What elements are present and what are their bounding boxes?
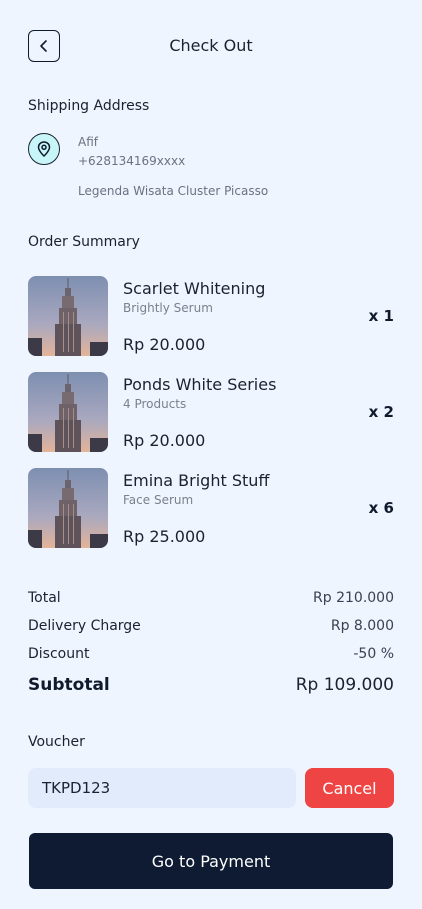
- cancel-voucher-button[interactable]: Cancel: [305, 768, 394, 808]
- total-value: Rp 210.000: [313, 590, 394, 606]
- subtotal-value: Rp 109.000: [295, 675, 394, 695]
- product-price: Rp 20.000: [123, 335, 206, 354]
- discount-label: Discount: [28, 646, 90, 662]
- product-subtitle: Brightly Serum: [123, 301, 213, 315]
- location-pin: [28, 133, 60, 165]
- product-price: Rp 20.000: [123, 431, 206, 450]
- product-price: Rp 25.000: [123, 527, 206, 546]
- subtotal-label: Subtotal: [28, 675, 110, 695]
- total-label: Total: [28, 590, 61, 606]
- page-title: Check Out: [169, 36, 253, 55]
- delivery-charge-value: Rp 8.000: [330, 618, 394, 634]
- product-name: Ponds White Series: [123, 375, 277, 394]
- voucher-input[interactable]: [28, 768, 296, 808]
- product-name: Emina Bright Stuff: [123, 471, 270, 490]
- go-to-payment-button[interactable]: Go to Payment: [29, 833, 393, 889]
- shipping-section-title: Shipping Address: [28, 98, 150, 114]
- recipient-phone: +628134169xxxx: [78, 154, 186, 168]
- order-section-title: Order Summary: [28, 234, 140, 250]
- product-subtitle: 4 Products: [123, 397, 187, 411]
- product-quantity: x 2: [368, 403, 394, 421]
- delivery-charge-label: Delivery Charge: [28, 618, 141, 634]
- recipient-address: Legenda Wisata Cluster Picasso: [78, 184, 269, 198]
- recipient-name: Afif: [78, 135, 98, 149]
- map-pin-icon: [37, 141, 51, 157]
- product-image: [28, 276, 108, 356]
- product-quantity: x 1: [368, 307, 394, 325]
- product-quantity: x 6: [368, 499, 394, 517]
- voucher-section-title: Voucher: [28, 734, 85, 750]
- product-subtitle: Face Serum: [123, 493, 194, 507]
- product-name: Scarlet Whitening: [123, 279, 266, 298]
- product-image: [28, 468, 108, 548]
- product-image: [28, 372, 108, 452]
- discount-value: -50 %: [353, 646, 394, 662]
